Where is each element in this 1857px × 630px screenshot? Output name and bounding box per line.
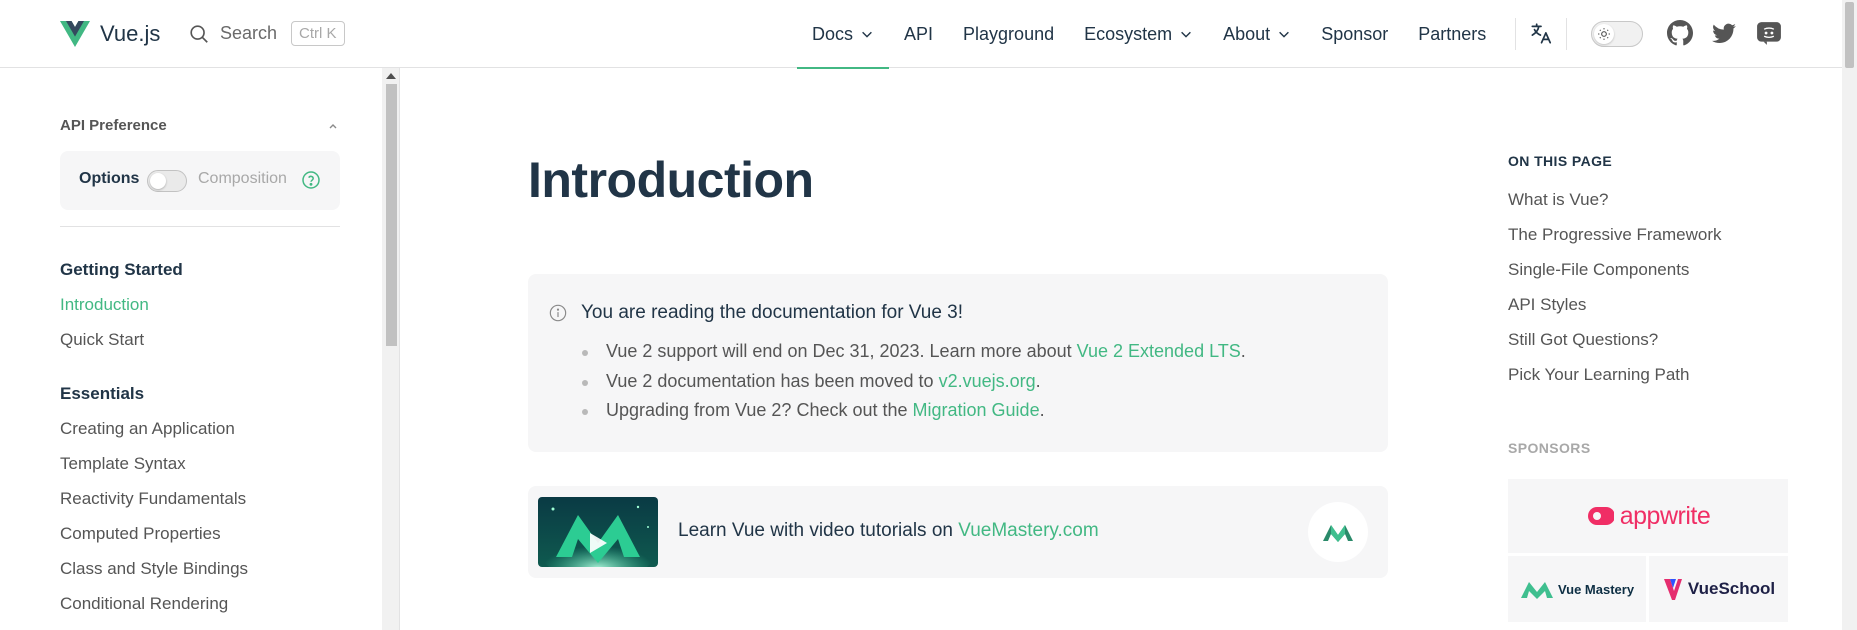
toc-link-still-got-questions[interactable]: Still Got Questions? (1508, 330, 1658, 350)
page-title: Introduction (528, 152, 814, 208)
toc-link-progressive-framework[interactable]: The Progressive Framework (1508, 225, 1722, 245)
migration-guide-link[interactable]: Migration Guide (913, 400, 1040, 420)
vue-mastery-wordmark: Vue Mastery (1557, 581, 1635, 597)
nav-api-label: API (904, 23, 934, 44)
translations-button[interactable] (1528, 0, 1554, 68)
vue-school-logo-icon (1663, 579, 1682, 600)
info-item-tail: . (1039, 400, 1045, 420)
appwrite-logo-icon (1587, 507, 1614, 525)
vue-mastery-logo-icon (1520, 582, 1553, 599)
toc-link-what-is-vue[interactable]: What is Vue? (1508, 190, 1608, 210)
nav-about-label: About (1223, 23, 1271, 44)
sidebar-item-creating-an-application[interactable]: Creating an Application (60, 419, 235, 439)
nav-ecosystem[interactable]: Ecosystem (1069, 0, 1208, 68)
chevron-up-icon[interactable] (325, 118, 341, 134)
theme-toggle[interactable] (1591, 21, 1643, 47)
search-label: Search (220, 23, 278, 43)
api-style-switch[interactable] (147, 170, 187, 192)
nav-playground[interactable]: Playground (948, 0, 1069, 68)
sidebar-divider (60, 226, 340, 227)
sidebar-item-reactivity-fundamentals[interactable]: Reactivity Fundamentals (60, 489, 246, 509)
sponsor-appwrite[interactable]: appwrite (1508, 479, 1788, 553)
nav-docs-label: Docs (812, 23, 854, 44)
nav-ecosystem-label: Ecosystem (1084, 23, 1173, 44)
sponsor-vue-school[interactable]: VueSchool (1649, 556, 1788, 622)
info-list-item: Vue 2 documentation has been moved to v2… (582, 371, 1041, 392)
nav-partners-label: Partners (1418, 23, 1487, 44)
scroll-up-arrow-icon[interactable] (386, 73, 396, 79)
nav-playground-label: Playground (963, 23, 1055, 44)
video-thumbnail[interactable] (538, 497, 658, 567)
page-scrollbar[interactable] (1842, 0, 1857, 630)
sidebar-item-quick-start[interactable]: Quick Start (60, 330, 144, 350)
info-icon (549, 304, 567, 322)
switch-knob (150, 173, 166, 189)
info-list-item: Upgrading from Vue 2? Check out the Migr… (582, 400, 1045, 421)
sidebar-item-template-syntax[interactable]: Template Syntax (60, 454, 186, 474)
info-item-tail: . (1240, 341, 1246, 361)
chevron-down-icon (1279, 31, 1290, 38)
vue-school-wordmark: VueSchool (1687, 579, 1776, 598)
home-logo-link[interactable]: Vue.js (60, 20, 160, 48)
github-icon[interactable] (1667, 20, 1693, 46)
twitter-icon[interactable] (1711, 21, 1737, 47)
sidebar-item-introduction[interactable]: Introduction (60, 295, 149, 315)
nav-api[interactable]: API (889, 0, 948, 68)
help-icon[interactable] (301, 170, 321, 190)
toc-link-learning-path[interactable]: Pick Your Learning Path (1508, 365, 1689, 385)
toc-link-api-styles[interactable]: API Styles (1508, 295, 1586, 315)
v2-vuejs-org-link[interactable]: v2.vuejs.org (939, 371, 1036, 391)
info-title: You are reading the documentation for Vu… (581, 302, 964, 323)
info-item-text: Upgrading from Vue 2? Check out the (606, 400, 913, 420)
vue-logo-icon (60, 21, 90, 47)
page-scrollbar-thumb[interactable] (1845, 2, 1854, 68)
nav-sponsor[interactable]: Sponsor (1306, 0, 1403, 68)
sidebar-item-conditional-rendering[interactable]: Conditional Rendering (60, 594, 228, 614)
translate-icon (1531, 23, 1552, 44)
api-preference-label: API Preference (60, 117, 167, 134)
nav-docs[interactable]: Docs (797, 0, 890, 69)
sidebar-item-computed-properties[interactable]: Computed Properties (60, 524, 221, 544)
nav-divider (1515, 18, 1516, 50)
nav-divider (1566, 18, 1567, 50)
site-name: Vue.js (100, 21, 161, 46)
vue2-extended-lts-link[interactable]: Vue 2 Extended LTS (1077, 341, 1241, 361)
vuemastery-link[interactable]: VueMastery.com (958, 520, 1098, 541)
info-item-text: Vue 2 documentation has been moved to (606, 371, 939, 391)
sponsor-vue-mastery[interactable]: Vue Mastery (1508, 556, 1646, 622)
info-list-item: Vue 2 support will end on Dec 31, 2023. … (582, 341, 1246, 362)
search-shortcut: Ctrl K (291, 21, 345, 46)
info-item-text: Vue 2 support will end on Dec 31, 2023. … (606, 341, 1077, 361)
nav-about[interactable]: About (1208, 0, 1306, 68)
chevron-down-icon (862, 31, 872, 38)
sidebar-group-essentials: Essentials (60, 384, 145, 403)
search-icon (190, 24, 208, 43)
info-item-tail: . (1035, 371, 1041, 391)
search-button[interactable]: Search Ctrl K (188, 21, 345, 46)
info-callout (528, 274, 1388, 452)
options-label[interactable]: Options (79, 170, 139, 188)
on-this-page-title: ON THIS PAGE (1508, 153, 1613, 169)
toc-link-single-file-components[interactable]: Single-File Components (1508, 260, 1689, 280)
sidebar-scrollbar-thumb[interactable] (386, 84, 397, 346)
sponsors-title: SPONSORS (1508, 440, 1591, 456)
composition-label[interactable]: Composition (198, 170, 287, 188)
discord-icon[interactable] (1756, 20, 1782, 46)
top-navbar: Vue.js Search Ctrl K Docs API Playground… (0, 0, 1842, 69)
chevron-down-icon (1181, 31, 1192, 38)
sidebar-group-getting-started: Getting Started (60, 260, 183, 279)
nav-sponsor-label: Sponsor (1321, 23, 1389, 44)
appwrite-wordmark: appwrite (1619, 501, 1711, 530)
vue-mastery-logo-icon (1308, 502, 1368, 562)
banner-text-label: Learn Vue with video tutorials on (678, 520, 959, 541)
sun-icon (1594, 24, 1614, 44)
banner-text: Learn Vue with video tutorials on VueMas… (678, 520, 1099, 542)
sidebar-item-class-and-style-bindings[interactable]: Class and Style Bindings (60, 559, 248, 579)
nav-partners[interactable]: Partners (1403, 0, 1501, 68)
sidebar-scrollbar[interactable] (382, 68, 399, 630)
main-nav: Docs API Playground Ecosystem About Spon… (797, 0, 1501, 69)
